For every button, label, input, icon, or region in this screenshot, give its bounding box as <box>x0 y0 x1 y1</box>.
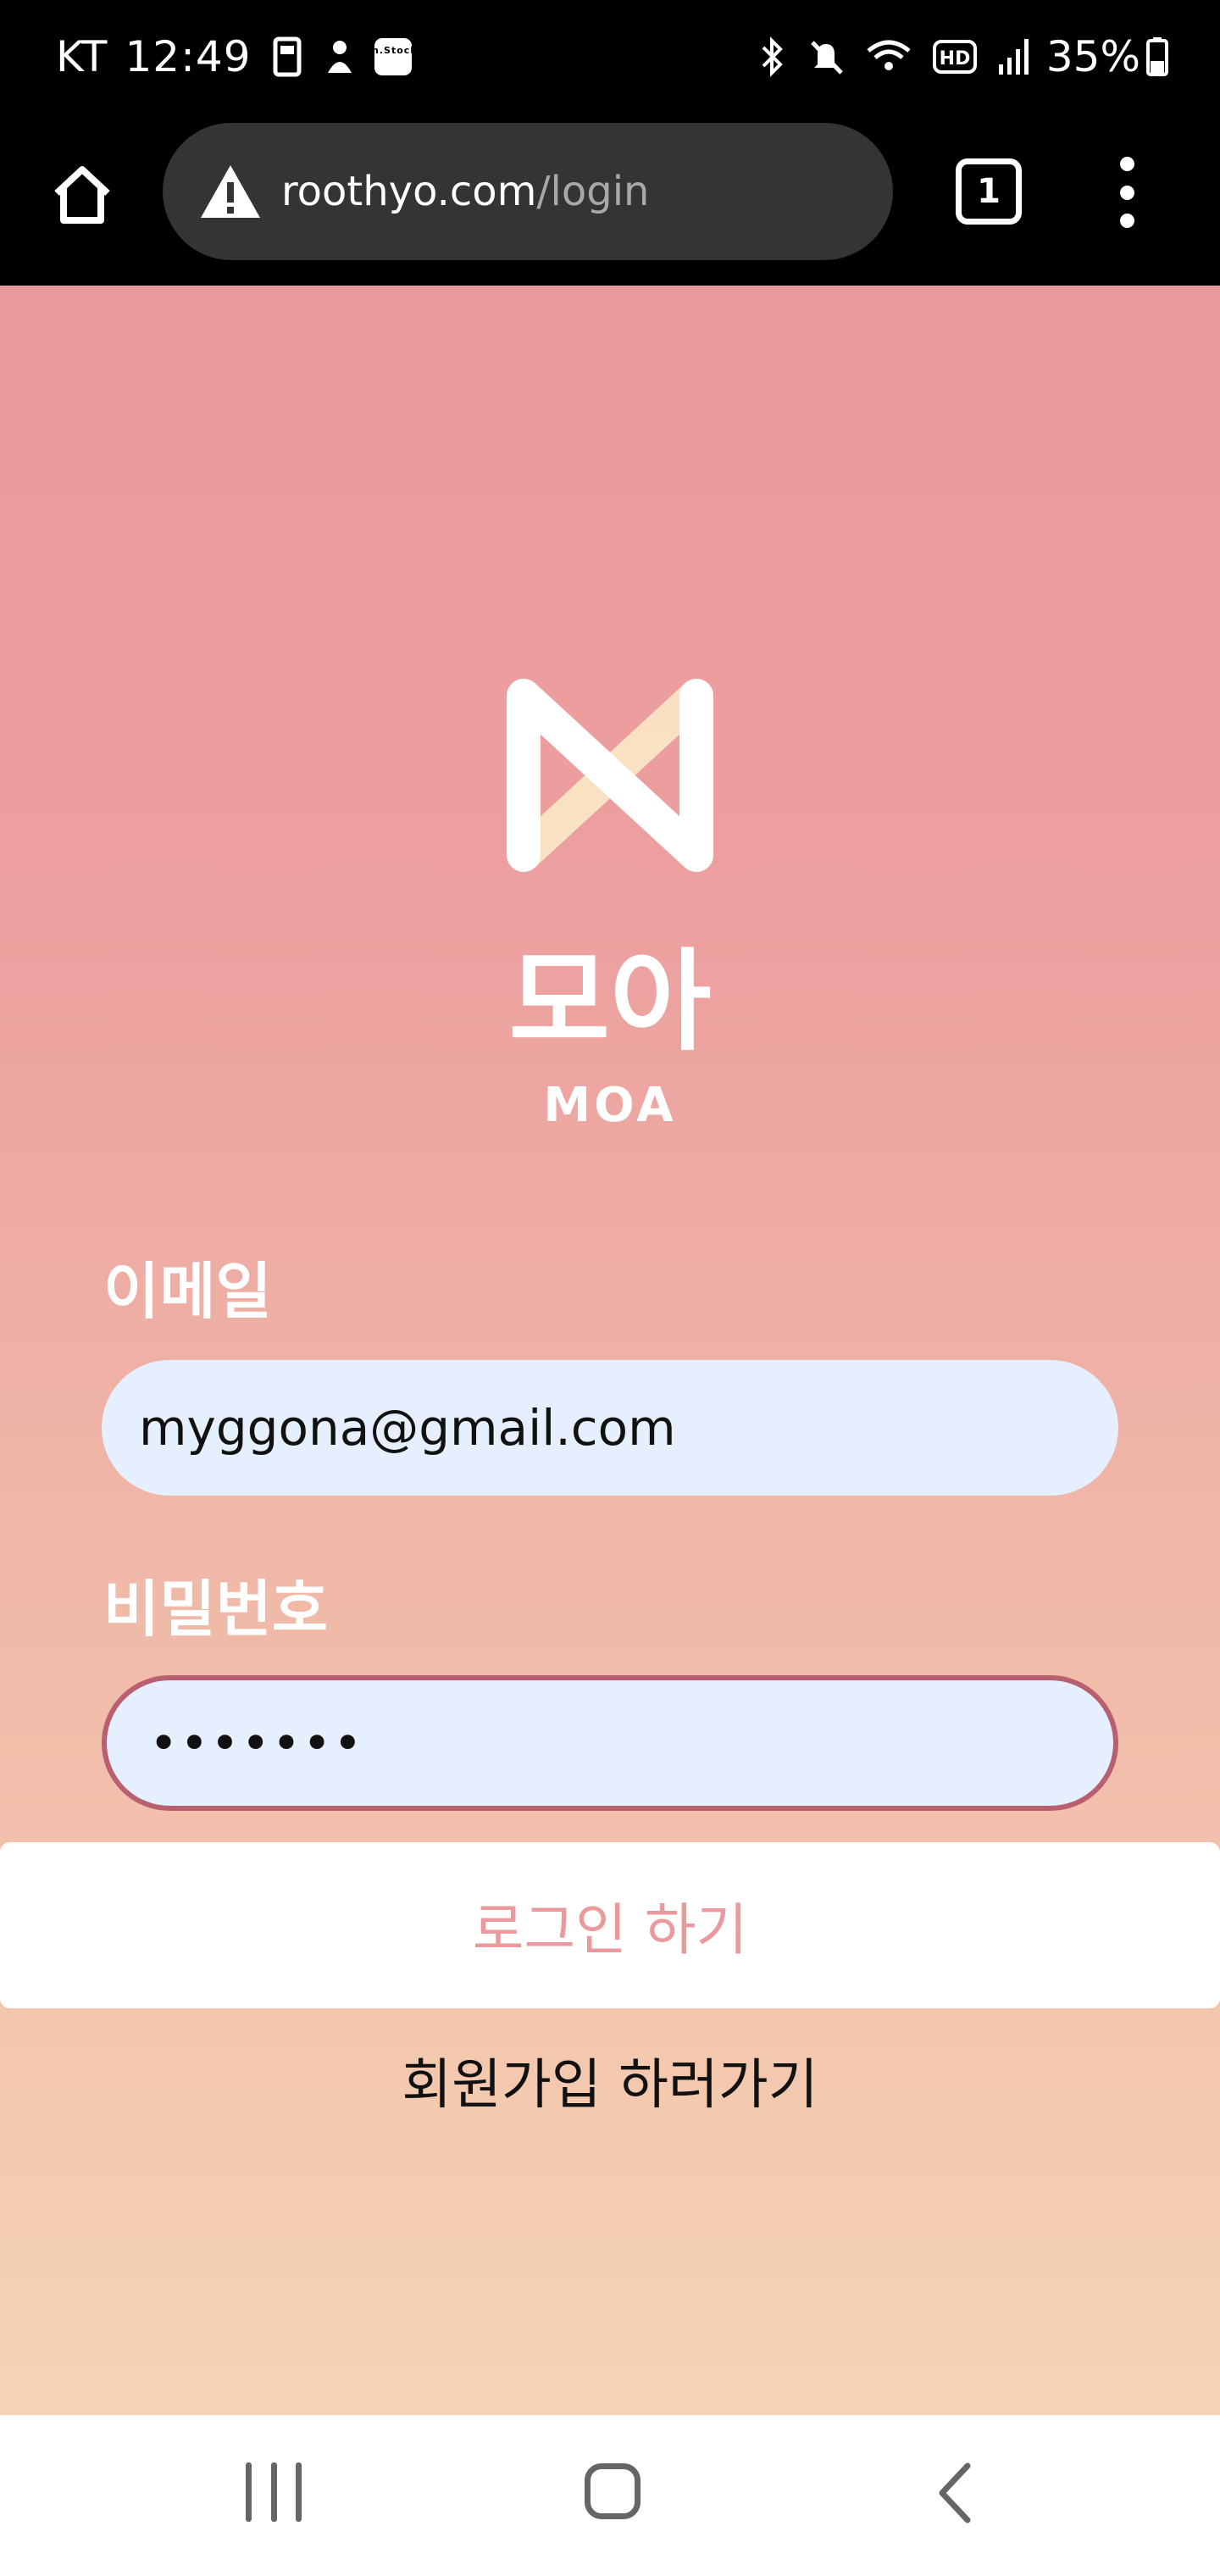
tab-count: 1 <box>977 172 1001 211</box>
more-vert-dot <box>1119 185 1134 200</box>
notification-icon <box>321 36 358 78</box>
mute-icon <box>807 36 845 78</box>
url-path: /login <box>536 168 650 215</box>
password-value: ••••••• <box>149 1714 364 1772</box>
signup-link[interactable]: 회원가입 하러가기 <box>0 2041 1220 2119</box>
url-domain: roothyo.com <box>281 168 537 215</box>
recents-icon-bar <box>270 2462 277 2522</box>
system-nav-bar <box>0 2415 1220 2576</box>
home-icon <box>54 166 110 224</box>
warning-icon[interactable] <box>197 158 264 225</box>
status-right: HD 35% <box>736 32 1169 81</box>
clock: 12:49 <box>125 32 252 81</box>
email-label: 이메일 <box>103 1256 272 1327</box>
recents-icon <box>246 2462 252 2522</box>
more-vert-dot <box>1119 214 1134 228</box>
app-logo-subtext: MOA <box>543 1078 677 1133</box>
stock-app-label: m.Stock <box>374 45 413 56</box>
status-bar: KT 12:49 m.Stock HD 35% <box>0 0 1220 123</box>
moa-logo-icon <box>507 679 713 872</box>
more-vert-icon <box>1119 157 1134 171</box>
status-left: KT 12:49 m.Stock <box>56 32 428 81</box>
battery-percent: 35% <box>1045 32 1140 81</box>
browser-home-button[interactable] <box>44 157 120 233</box>
signal-icon <box>997 37 1031 76</box>
back-button[interactable] <box>930 2459 981 2527</box>
login-button-label: 로그인 하기 <box>472 1897 748 1963</box>
carrier-label: KT <box>56 32 108 81</box>
password-field[interactable]: ••••••• <box>102 1675 1118 1811</box>
hd-label: HD <box>940 48 971 69</box>
url-text[interactable]: roothyo.com/login <box>281 168 649 215</box>
recents-button[interactable] <box>246 2462 302 2522</box>
password-label: 비밀번호 <box>103 1574 328 1645</box>
app-logo-text: 모아 <box>508 937 712 1066</box>
login-page: 모아 MOA 이메일 myggona@gmail.com 비밀번호 ••••••… <box>0 286 1220 2415</box>
battery-icon <box>1145 36 1169 78</box>
tab-switcher-button[interactable]: 1 <box>956 158 1022 225</box>
recents-icon-bar <box>296 2462 302 2522</box>
email-field[interactable]: myggona@gmail.com <box>102 1360 1118 1496</box>
login-button[interactable]: 로그인 하기 <box>0 1842 1220 2008</box>
email-value: myggona@gmail.com <box>139 1399 676 1457</box>
home-button[interactable] <box>585 2463 640 2519</box>
wifi-icon <box>865 36 912 78</box>
browser-toolbar: roothyo.com/login 1 <box>0 123 1220 286</box>
sim-icon <box>269 36 306 78</box>
address-bar[interactable]: roothyo.com/login <box>163 123 893 260</box>
hd-icon: HD <box>932 40 977 74</box>
stock-app-icon: m.Stock <box>374 37 413 76</box>
back-icon <box>939 2462 971 2523</box>
bluetooth-icon <box>757 36 787 78</box>
browser-menu-button[interactable] <box>1101 157 1152 228</box>
